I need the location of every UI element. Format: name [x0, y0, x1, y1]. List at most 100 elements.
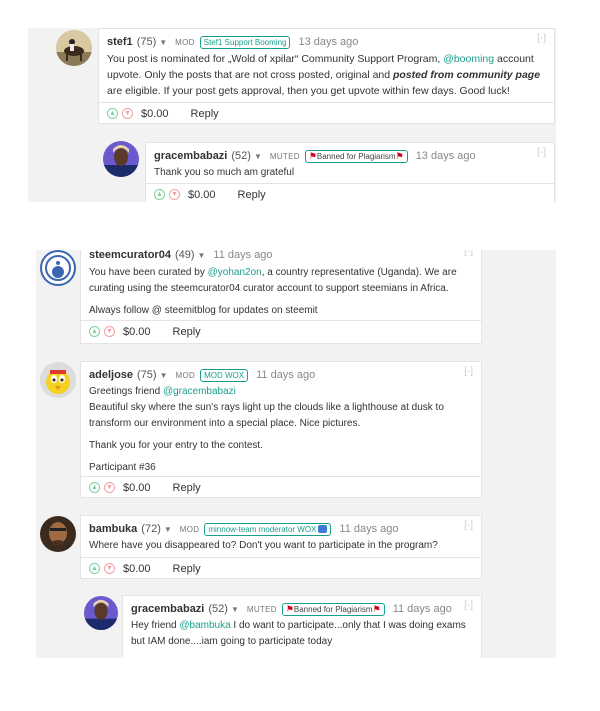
- body-text: are eligible. If your post gets approval…: [107, 85, 510, 97]
- comment-bambuka: bambuka (72) ▼ MOD minnow-team moderator…: [80, 515, 482, 579]
- bold-text: posted from community page: [393, 69, 541, 81]
- comment-adeljose: adeljose (75) ▼ MOD MOD WOX 11 days ago …: [80, 361, 482, 498]
- body-text: Thank you so much am grateful: [154, 167, 295, 178]
- downvote-icon[interactable]: ▼: [169, 189, 180, 200]
- upvote-icon[interactable]: ▲: [154, 189, 165, 200]
- mention-link[interactable]: @booming: [443, 53, 494, 65]
- downvote-icon[interactable]: ▼: [122, 108, 133, 119]
- community-tag: ⚑ Banned for Plagiarism ⚑: [304, 149, 408, 163]
- collapse-toggle[interactable]: [-]: [537, 33, 546, 44]
- reply-button[interactable]: Reply: [173, 326, 201, 338]
- mention-link[interactable]: @bambuka: [179, 620, 230, 631]
- role-label: MUTED: [269, 151, 300, 161]
- upvote-icon[interactable]: ▲: [107, 108, 118, 119]
- caret-down-icon[interactable]: ▼: [159, 38, 167, 47]
- comment-body: Where have you disappeared to? Don't you…: [89, 538, 473, 554]
- upvote-icon[interactable]: ▲: [89, 563, 100, 574]
- tag-label: MOD WOX: [204, 370, 245, 380]
- flag-icon: ⚑: [308, 150, 317, 161]
- upvote-icon[interactable]: ▲: [89, 326, 100, 337]
- role-label: MUTED: [246, 604, 277, 614]
- payout-value[interactable]: $0.00: [141, 108, 169, 120]
- timestamp[interactable]: 13 days ago: [416, 150, 476, 162]
- tag-label: Banned for Plagiarism: [293, 604, 373, 614]
- community-tag: MOD WOX: [200, 368, 249, 382]
- community-tag: minnow-team moderator WOX: [204, 522, 332, 536]
- downvote-icon[interactable]: ▼: [104, 482, 115, 493]
- caret-down-icon[interactable]: ▼: [160, 371, 168, 380]
- avatar-adeljose[interactable]: [40, 362, 76, 398]
- timestamp[interactable]: 11 days ago: [256, 369, 315, 381]
- comment-meta: steemcurator04 (49) ▼ 11 days ago: [89, 250, 453, 264]
- timestamp[interactable]: 13 days ago: [298, 36, 358, 48]
- downvote-icon[interactable]: ▼: [104, 326, 115, 337]
- timestamp[interactable]: 11 days ago: [339, 523, 398, 535]
- comment-footer: ▲ ▼ $0.00 Reply: [81, 557, 481, 579]
- body-text: Participant #36: [89, 462, 156, 473]
- caret-down-icon[interactable]: ▼: [164, 525, 172, 534]
- profile-photo: [103, 141, 139, 177]
- author-name[interactable]: gracembabazi: [154, 150, 227, 162]
- comment-meta: stef1 (75) ▼ MOD Stef1 Support Booming 1…: [107, 33, 526, 51]
- profile-photo: [84, 596, 118, 630]
- reputation: (75): [137, 369, 157, 381]
- payout-value[interactable]: $0.00: [123, 563, 151, 575]
- comment-body: Greetings friend @gracembabazi Beautiful…: [89, 384, 473, 476]
- comment-footer: ▲ ▼ $0.00 Reply: [146, 183, 554, 202]
- flag-icon: ⚑: [395, 150, 404, 161]
- payout-value[interactable]: $0.00: [188, 189, 216, 201]
- timestamp[interactable]: 11 days ago: [213, 250, 272, 261]
- comment-gracembabazi-reply: gracembabazi (52) ▼ MUTED ⚑ Banned for Pl…: [122, 595, 482, 658]
- body-text: Greetings friend: [89, 386, 163, 397]
- collapse-toggle[interactable]: [-]: [464, 520, 473, 531]
- collapse-toggle[interactable]: [-]: [464, 366, 473, 377]
- author-name[interactable]: steemcurator04: [89, 250, 171, 261]
- author-name[interactable]: adeljose: [89, 369, 133, 381]
- reply-button[interactable]: Reply: [173, 482, 201, 494]
- collapse-toggle[interactable]: [-]: [537, 147, 546, 158]
- payout-value[interactable]: $0.00: [123, 326, 151, 338]
- collapse-toggle[interactable]: [-]: [464, 250, 473, 257]
- mention-link[interactable]: @yohan2on: [208, 267, 262, 278]
- wox-badge-icon: [318, 525, 328, 533]
- avatar-gracembabazi[interactable]: [103, 141, 139, 177]
- author-name[interactable]: bambuka: [89, 523, 137, 535]
- caret-down-icon[interactable]: ▼: [254, 152, 262, 161]
- comment-body: Hey friend @bambuka I do want to partici…: [131, 618, 473, 650]
- body-text: Beautiful sky where the sun's rays light…: [89, 402, 444, 429]
- body-text: Hey friend: [131, 620, 180, 631]
- upvote-icon[interactable]: ▲: [89, 482, 100, 493]
- comment-footer: ▲ ▼ $0.00 Reply: [99, 102, 554, 124]
- avatar-bambuka[interactable]: [40, 516, 76, 552]
- role-label: MOD: [179, 524, 200, 534]
- author-name[interactable]: gracembabazi: [131, 603, 204, 615]
- horse-rider-photo: [56, 30, 92, 66]
- comment-footer: ▲ ▼ $0.00 Reply: [81, 320, 481, 342]
- tag-label: minnow-team moderator WOX: [208, 524, 317, 534]
- tag-label: Stef1 Support Booming: [203, 37, 287, 47]
- mention-link[interactable]: @gracembabazi: [163, 386, 236, 397]
- reply-button[interactable]: Reply: [191, 108, 219, 120]
- avatar-stef1[interactable]: [56, 30, 92, 66]
- comment-meta: gracembabazi (52) ▼ MUTED ⚑ Banned for Pl…: [131, 600, 453, 618]
- body-text: Always follow @ steemitblog for updates …: [89, 305, 318, 316]
- reputation: (75): [136, 36, 157, 48]
- flag-icon: ⚑: [372, 603, 381, 614]
- reply-button[interactable]: Reply: [238, 189, 266, 201]
- downvote-icon[interactable]: ▼: [104, 563, 115, 574]
- avatar-steemcurator04[interactable]: [40, 250, 76, 286]
- caret-down-icon[interactable]: ▼: [198, 251, 206, 260]
- body-text: Thank you for your entry to the contest.: [89, 440, 263, 451]
- reputation: (52): [231, 150, 251, 162]
- comment-body: Thank you so much am grateful: [154, 165, 546, 181]
- collapse-toggle[interactable]: [-]: [464, 600, 473, 611]
- reply-button[interactable]: Reply: [173, 563, 201, 575]
- steem-logo-icon: [45, 255, 71, 281]
- caret-down-icon[interactable]: ▼: [231, 605, 239, 614]
- payout-value[interactable]: $0.00: [123, 482, 151, 494]
- comment-footer: ▲ ▼ $0.00 Reply: [81, 476, 481, 498]
- comment-meta: adeljose (75) ▼ MOD MOD WOX 11 days ago: [89, 366, 453, 384]
- timestamp[interactable]: 11 days ago: [393, 603, 452, 615]
- avatar-gracembabazi[interactable]: [84, 596, 118, 630]
- author-name[interactable]: stef1: [107, 36, 133, 48]
